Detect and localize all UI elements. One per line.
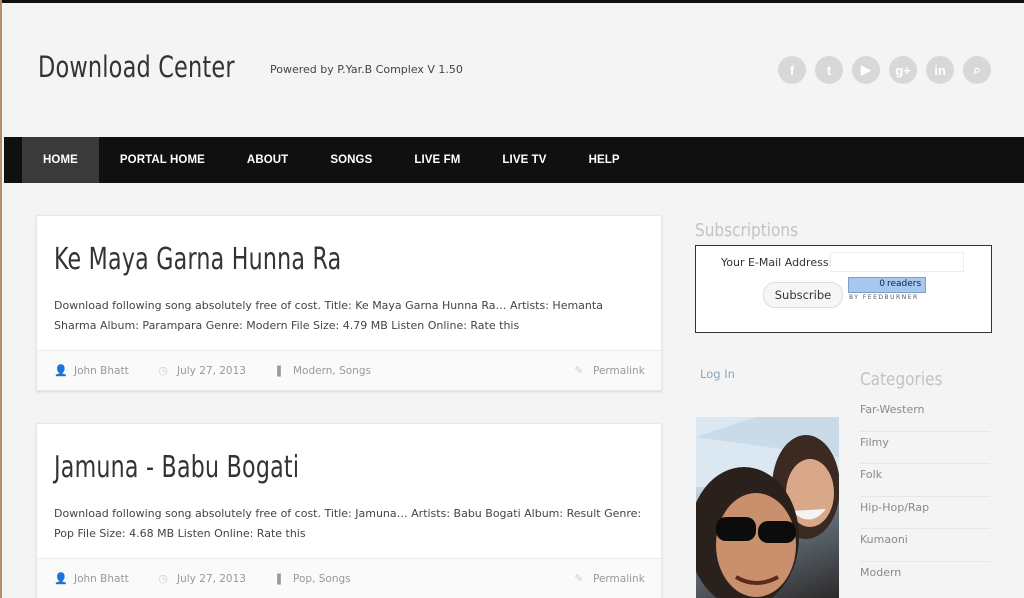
linkedin-icon[interactable]: in (926, 56, 954, 84)
post-title[interactable]: Jamuna - Babu Bogati (54, 450, 299, 485)
clock-icon: ◷ (158, 364, 168, 377)
email-field[interactable] (830, 252, 964, 272)
post-card: Ke Maya Garna Hunna Ra Download followin… (36, 215, 662, 391)
post-categories: ❚ Modern, Songs (274, 364, 371, 377)
post-permalink: ✎ Permalink (573, 364, 645, 377)
post-categories: ❚ Pop, Songs (274, 572, 351, 585)
category-item-kumaoni[interactable]: Kumaoni (860, 529, 990, 562)
nav-live-fm[interactable]: LIVE FM (393, 137, 481, 183)
categories-title: Categories (860, 369, 943, 390)
nav-about[interactable]: ABOUT (226, 137, 309, 183)
author-link[interactable]: John Bhatt (74, 573, 129, 585)
site-title[interactable]: Download Center (38, 50, 235, 84)
clock-icon: ◷ (158, 572, 168, 585)
category-item-hip-hop-rap[interactable]: Hip-Hop/Rap (860, 497, 990, 529)
search-icon[interactable]: ⌕ (963, 56, 991, 84)
twitter-icon[interactable]: t (815, 56, 843, 84)
user-icon: 👤 (54, 364, 68, 377)
photo-illustration (696, 417, 839, 598)
category-item-modern[interactable]: Modern (860, 562, 990, 595)
main-nav: HOME PORTAL HOME ABOUT SONGS LIVE FM LIV… (4, 137, 1024, 183)
category-link[interactable]: Songs (319, 573, 351, 585)
nav-help[interactable]: HELP (568, 137, 641, 183)
post-date: ◷ July 27, 2013 (157, 572, 246, 585)
category-link[interactable]: Modern (293, 365, 332, 377)
post-excerpt: Download following song absolutely free … (54, 299, 603, 332)
reader-label: readers (887, 279, 922, 289)
social-icons: f t ▶ g+ in ⌕ (778, 56, 991, 84)
post-card: Jamuna - Babu Bogati Download following … (36, 423, 662, 598)
bookmark-icon: ❚ (274, 364, 284, 377)
category-item-filmy[interactable]: Filmy (860, 432, 990, 464)
nav-live-tv[interactable]: LIVE TV (481, 137, 567, 183)
category-link[interactable]: Pop (293, 573, 312, 585)
bookmark-icon: ❚ (274, 572, 284, 585)
login-link[interactable]: Log In (700, 367, 735, 381)
category-item-folk[interactable]: Folk (860, 464, 990, 497)
email-label: Your E-Mail Address: (721, 256, 833, 269)
top-border (2, 0, 1024, 3)
author-link[interactable]: John Bhatt (74, 365, 129, 377)
nav-portal-home[interactable]: PORTAL HOME (99, 137, 226, 183)
permalink-link[interactable]: Permalink (593, 573, 645, 585)
post-excerpt: Download following song absolutely free … (54, 507, 642, 540)
subscriptions-title: Subscriptions (695, 220, 799, 241)
post-author: 👤 John Bhatt (54, 572, 129, 585)
feedburner-badge[interactable]: 0 readers BY FEEDBURNER (848, 277, 926, 301)
category-list: Far-Western Filmy Folk Hip-Hop/Rap Kumao… (860, 399, 990, 594)
post-permalink: ✎ Permalink (573, 572, 645, 585)
post-meta: 👤 John Bhatt ◷ July 27, 2013 ❚ Pop, Song… (37, 558, 661, 598)
post-meta: 👤 John Bhatt ◷ July 27, 2013 ❚ Modern, S… (37, 350, 661, 390)
feedburner-credit: BY FEEDBURNER (849, 294, 919, 301)
reader-count: 0 (879, 279, 885, 289)
google-plus-icon[interactable]: g+ (889, 56, 917, 84)
date-link[interactable]: July 27, 2013 (177, 365, 246, 377)
category-link[interactable]: Songs (339, 365, 371, 377)
link-icon: ✎ (574, 364, 584, 377)
link-icon: ✎ (574, 572, 584, 585)
facebook-icon[interactable]: f (778, 56, 806, 84)
subscribe-button[interactable]: Subscribe (763, 282, 843, 308)
nav-songs[interactable]: SONGS (309, 137, 393, 183)
site-tagline: Powered by P.Yar.B Complex V 1.50 (270, 63, 463, 76)
post-date: ◷ July 27, 2013 (157, 364, 246, 377)
youtube-icon[interactable]: ▶ (852, 56, 880, 84)
date-link[interactable]: July 27, 2013 (177, 573, 246, 585)
subscribe-form: Your E-Mail Address: Subscribe 0 readers… (695, 245, 992, 333)
nav-home[interactable]: HOME (22, 137, 99, 183)
featured-photo (696, 417, 839, 598)
post-title[interactable]: Ke Maya Garna Hunna Ra (54, 242, 341, 277)
user-icon: 👤 (54, 572, 68, 585)
category-item-far-western[interactable]: Far-Western (860, 399, 990, 432)
permalink-link[interactable]: Permalink (593, 365, 645, 377)
post-author: 👤 John Bhatt (54, 364, 129, 377)
